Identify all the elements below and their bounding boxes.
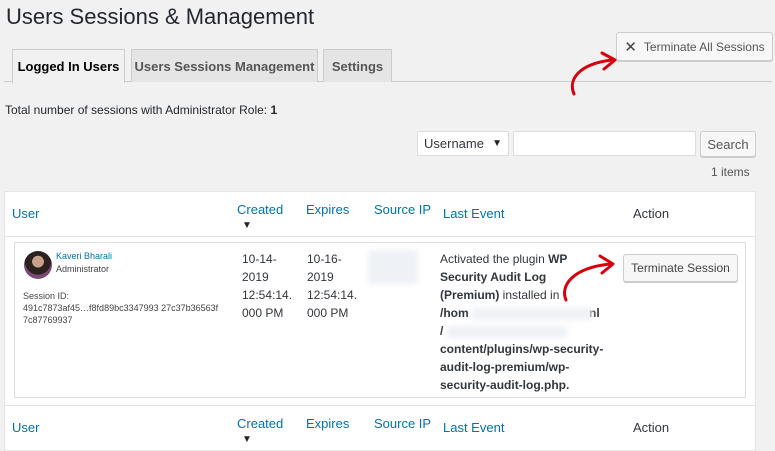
page-title: Users Sessions & Management: [6, 4, 315, 29]
footer-column-action: Action: [633, 420, 670, 435]
search-button[interactable]: Search: [700, 131, 756, 157]
column-source-ip[interactable]: Source IP: [374, 202, 431, 217]
column-created[interactable]: Created: [237, 202, 283, 217]
tab-label: Users Sessions Management: [134, 58, 315, 74]
terminate-session-button[interactable]: Terminate Session: [623, 254, 738, 282]
annotation-arrow-icon: [570, 51, 617, 96]
session-id-value: 491c7873af45…f8fd89bc3347993 27c37b36563…: [23, 303, 219, 325]
path-redacted-2: [447, 326, 567, 338]
caret-down-icon: ▼: [492, 138, 502, 149]
expires-time: 12:54:14.: [307, 288, 358, 302]
tab-users-sessions-management[interactable]: Users Sessions Management: [131, 49, 318, 82]
summary-count: 1: [270, 103, 278, 117]
tab-logged-in-users[interactable]: Logged In Users: [12, 49, 125, 83]
footer-divider: [4, 405, 756, 406]
last-event-prefix: Activated the plugin: [440, 252, 549, 266]
created-time: 12:54:14.: [242, 288, 293, 302]
created-cell: 10-14- 2019 12:54:14. 000 PM: [242, 250, 292, 322]
expires-year: 2019: [307, 270, 334, 284]
user-role: Administrator: [56, 264, 110, 274]
tab-settings[interactable]: Settings: [323, 49, 392, 82]
footer-column-last-event[interactable]: Last Event: [443, 420, 504, 435]
summary-text: Total number of sessions with Administra…: [5, 103, 268, 117]
expires-date-part: 10-16-: [307, 252, 342, 266]
footer-column-user[interactable]: User: [12, 420, 39, 435]
search-input[interactable]: [513, 131, 696, 156]
items-count: 1 items: [711, 165, 750, 179]
session-summary: Total number of sessions with Administra…: [5, 103, 277, 117]
column-expires[interactable]: Expires: [306, 202, 349, 217]
sort-down-icon[interactable]: ▼: [242, 434, 252, 445]
terminate-all-sessions-button[interactable]: ✕ Terminate All Sessions: [616, 32, 773, 61]
expires-cell: 10-16- 2019 12:54:14. 000 PM: [307, 250, 357, 322]
tab-label: Settings: [331, 58, 384, 74]
created-date-part: 10-14-: [242, 252, 277, 266]
tab-label: Logged In Users: [17, 59, 120, 74]
last-event-path-line2: audit-log-premium/wp-: [440, 360, 570, 374]
session-id-label: Session ID:: [23, 291, 70, 301]
terminate-all-label: Terminate All Sessions: [643, 39, 765, 54]
source-ip-redacted: [368, 250, 418, 284]
annotation-arrow-icon: [563, 254, 615, 302]
avatar: [24, 251, 52, 279]
column-action: Action: [633, 206, 670, 221]
last-event-path-line3: security-audit-log.php.: [440, 378, 570, 392]
created-time-suffix: 000 PM: [242, 306, 284, 320]
column-user[interactable]: User: [12, 206, 39, 221]
footer-column-created[interactable]: Created: [237, 416, 283, 431]
path-redacted-1: [472, 308, 592, 320]
user-name-link[interactable]: Kaveri Bharali: [56, 251, 112, 261]
sort-down-icon[interactable]: ▼: [242, 220, 252, 231]
column-last-event[interactable]: Last Event: [443, 206, 504, 221]
expires-time-suffix: 000 PM: [307, 306, 349, 320]
filter-select-value: Username: [424, 136, 484, 151]
footer-column-source-ip[interactable]: Source IP: [374, 416, 431, 431]
filter-type-select[interactable]: Username ▼: [417, 131, 509, 156]
last-event-mid: installed in: [499, 288, 560, 302]
last-event-path-line1: content/plugins/wp-security-: [440, 342, 604, 356]
last-event-path-start: /hom: [440, 306, 469, 320]
footer-column-expires[interactable]: Expires: [306, 416, 349, 431]
created-year: 2019: [242, 270, 269, 284]
header-divider: [4, 236, 756, 237]
